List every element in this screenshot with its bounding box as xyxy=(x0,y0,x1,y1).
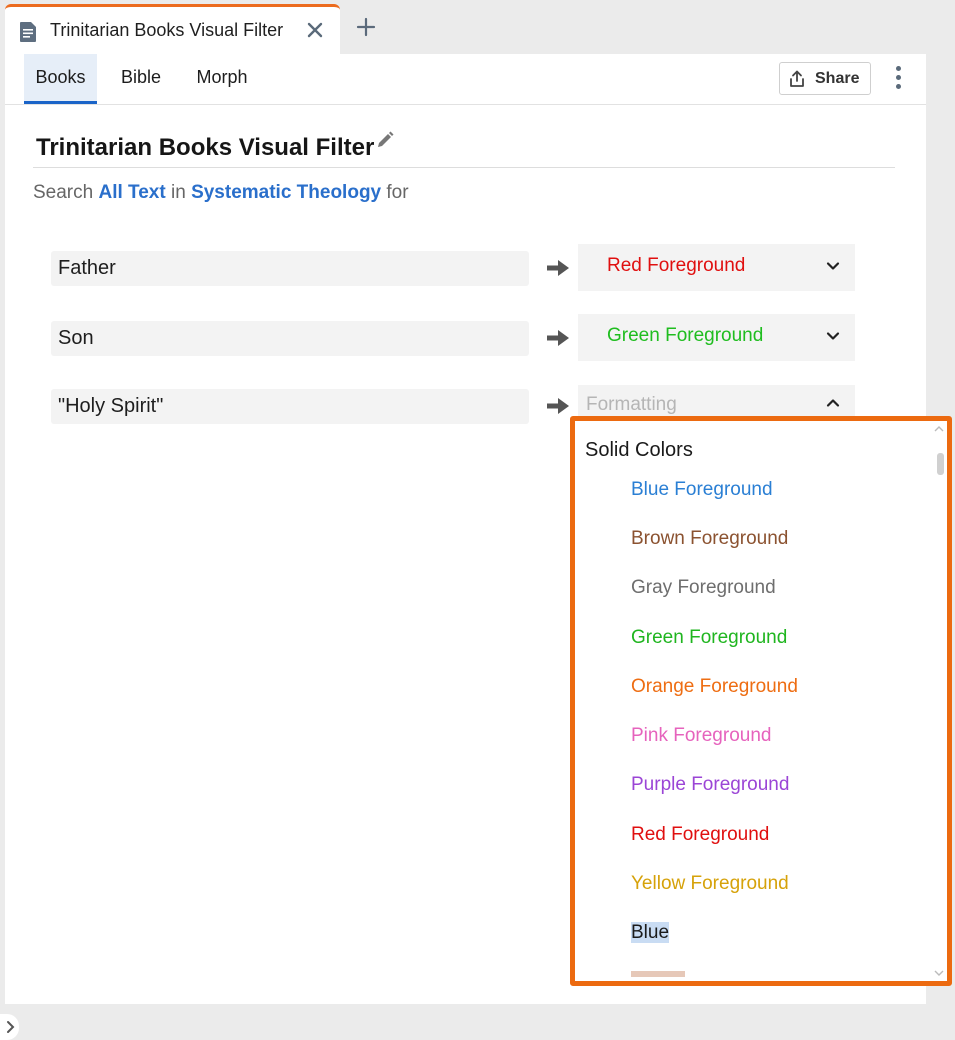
search-prefix: Search xyxy=(33,182,94,203)
option-pink-foreground[interactable]: Pink Foreground xyxy=(631,725,771,747)
option-green-foreground[interactable]: Green Foreground xyxy=(631,627,787,649)
share-button[interactable]: Share xyxy=(779,62,871,95)
dropdown-scrollbar-thumb[interactable] xyxy=(937,453,944,475)
option-orange-foreground[interactable]: Orange Foreground xyxy=(631,676,798,698)
term-input-3[interactable]: "Holy Spirit" xyxy=(51,389,529,424)
chevron-up-icon xyxy=(826,399,840,407)
chevron-down-icon xyxy=(826,332,840,340)
window-tabstrip: Trinitarian Books Visual Filter xyxy=(0,0,955,54)
new-tab-button[interactable] xyxy=(353,14,379,40)
scroll-up-icon[interactable] xyxy=(934,425,944,433)
option-gray-foreground[interactable]: Gray Foreground xyxy=(631,577,776,599)
resource-link[interactable]: Systematic Theology xyxy=(191,182,381,203)
group-heading: Solid Colors xyxy=(585,439,693,461)
tab-books[interactable]: Books xyxy=(24,54,97,104)
tab-morph[interactable]: Morph xyxy=(188,54,256,104)
format-select-placeholder: Formatting xyxy=(586,394,677,415)
more-vertical-icon xyxy=(889,66,907,89)
scroll-down-icon[interactable] xyxy=(934,969,944,977)
subtab-bar: Books Bible Morph Share xyxy=(5,54,926,105)
title-divider xyxy=(33,167,895,168)
format-select-value: Green Foreground xyxy=(607,325,764,346)
term-input-1[interactable]: Father xyxy=(51,251,529,286)
more-options-button[interactable] xyxy=(889,66,907,92)
option-blue-foreground[interactable]: Blue Foreground xyxy=(631,479,773,501)
document-icon xyxy=(20,22,36,42)
search-suffix: for xyxy=(386,182,409,203)
close-tab-button[interactable] xyxy=(302,17,328,43)
option-purple-foreground[interactable]: Purple Foreground xyxy=(631,774,789,796)
option-swatch-partial xyxy=(631,971,685,977)
format-select-2[interactable]: Green Foreground xyxy=(578,314,855,361)
page-title: Trinitarian Books Visual Filter xyxy=(36,134,375,161)
plus-icon xyxy=(356,17,376,37)
chevron-down-icon xyxy=(826,262,840,270)
tab-title: Trinitarian Books Visual Filter xyxy=(50,20,284,40)
option-red-foreground[interactable]: Red Foreground xyxy=(631,824,769,846)
format-select-value: Red Foreground xyxy=(607,255,746,276)
search-field-link[interactable]: All Text xyxy=(98,182,165,203)
pencil-icon[interactable] xyxy=(375,130,395,150)
search-scope-line: Search All Text in Systematic Theology f… xyxy=(33,182,409,204)
sidebar-expand-handle[interactable] xyxy=(0,1014,19,1040)
arrow-right-icon xyxy=(547,260,569,276)
option-blue[interactable]: Blue xyxy=(631,922,670,944)
term-input-2[interactable]: Son xyxy=(51,321,529,356)
close-icon xyxy=(307,22,323,38)
arrow-right-icon xyxy=(547,330,569,346)
option-brown-foreground[interactable]: Brown Foreground xyxy=(631,528,788,550)
search-in: in xyxy=(170,182,186,203)
share-label: Share xyxy=(815,70,860,87)
option-yellow-foreground[interactable]: Yellow Foreground xyxy=(631,873,789,895)
tab-bible[interactable]: Bible xyxy=(112,54,170,104)
document-tab[interactable]: Trinitarian Books Visual Filter xyxy=(5,4,340,54)
format-dropdown-menu[interactable]: Solid Colors Blue Foreground Brown Foreg… xyxy=(570,416,952,986)
share-icon xyxy=(790,70,804,87)
arrow-right-icon xyxy=(547,398,569,414)
format-select-1[interactable]: Red Foreground xyxy=(578,244,855,291)
chevron-right-icon xyxy=(7,1021,15,1033)
